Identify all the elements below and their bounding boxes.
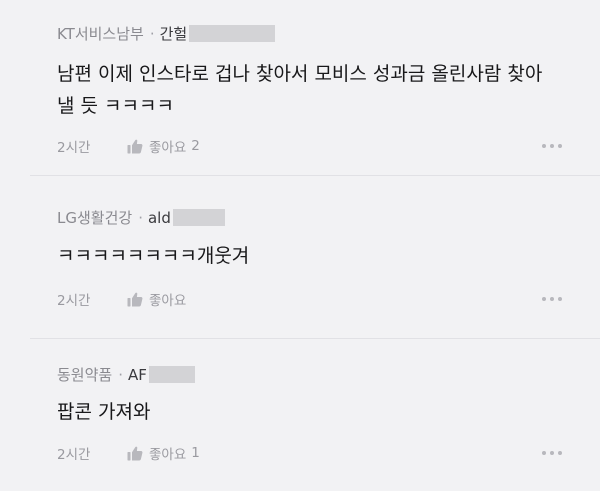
comment-body: 팝콘 가져와 <box>57 396 560 428</box>
comment-meta: 동원약품 · AF <box>57 364 195 385</box>
comment-meta: KT서비스남부 · 간헐 <box>57 23 276 44</box>
comment-item: 동원약품 · AF 팝콘 가져와 2시간 좋아요 1 <box>0 339 600 491</box>
comment-actions: 2시간 좋아요 1 <box>57 443 570 463</box>
comment-text-line: 낼 듯 ㅋㅋㅋㅋ <box>57 95 174 117</box>
comment-actions: 2시간 좋아요 2 <box>57 136 570 156</box>
like-label: 좋아요 <box>149 140 187 156</box>
comment-text-line: 남편 이제 인스타로 겁나 찾아서 모비스 성과금 올린사람 찾아 <box>57 63 543 85</box>
meta-separator: · <box>118 365 123 384</box>
more-dots-icon <box>550 451 554 455</box>
more-dots-icon <box>558 451 562 455</box>
company-name[interactable]: 동원약품 <box>57 364 112 385</box>
more-dots-icon <box>558 297 562 301</box>
like-button[interactable]: 좋아요 1 <box>127 443 200 463</box>
more-dots-icon <box>542 144 546 148</box>
more-options-button[interactable] <box>538 443 562 463</box>
comment-time: 2시간 <box>57 140 91 156</box>
more-dots-icon <box>550 297 554 301</box>
thumbs-up-icon <box>127 446 143 460</box>
like-label: 좋아요 <box>149 447 187 463</box>
comment-item: KT서비스남부 · 간헐 남편 이제 인스타로 겁나 찾아서 모비스 성과금 올… <box>0 0 600 176</box>
thumbs-up-icon <box>127 292 143 306</box>
like-count: 2 <box>191 138 200 154</box>
like-button[interactable]: 좋아요 <box>127 289 191 309</box>
meta-separator: · <box>149 24 155 43</box>
more-options-button[interactable] <box>538 289 562 309</box>
comment-body: ㅋㅋㅋㅋㅋㅋㅋㅋ개웃겨 <box>57 240 560 272</box>
redacted-name-mask <box>189 25 276 42</box>
thumbs-up-icon <box>127 139 143 153</box>
author-name[interactable]: 간헐 <box>160 23 188 44</box>
more-dots-icon <box>558 144 562 148</box>
comment-item: LG생활건강 · ald ㅋㅋㅋㅋㅋㅋㅋㅋ개웃겨 2시간 좋아요 <box>0 176 600 339</box>
like-label: 좋아요 <box>149 293 187 309</box>
more-dots-icon <box>542 297 546 301</box>
comment-text-line: ㅋㅋㅋㅋㅋㅋㅋㅋ개웃겨 <box>57 245 250 267</box>
more-dots-icon <box>550 144 554 148</box>
comment-body: 남편 이제 인스타로 겁나 찾아서 모비스 성과금 올린사람 찾아 낼 듯 ㅋㅋ… <box>57 58 560 122</box>
redacted-name-mask <box>148 366 195 383</box>
comment-meta: LG생활건강 · ald <box>57 207 225 228</box>
comment-time: 2시간 <box>57 293 91 309</box>
like-count: 1 <box>191 445 200 461</box>
more-dots-icon <box>542 451 546 455</box>
comment-text-line: 팝콘 가져와 <box>57 401 151 423</box>
comment-time: 2시간 <box>57 447 91 463</box>
author-name[interactable]: ald <box>148 209 171 227</box>
like-button[interactable]: 좋아요 2 <box>127 136 200 156</box>
company-name[interactable]: KT서비스남부 <box>57 23 144 44</box>
comment-actions: 2시간 좋아요 <box>57 289 570 309</box>
redacted-name-mask <box>172 209 225 226</box>
meta-separator: · <box>138 208 143 227</box>
author-name[interactable]: AF <box>128 366 147 384</box>
company-name[interactable]: LG생활건강 <box>57 207 132 228</box>
more-options-button[interactable] <box>538 136 562 156</box>
